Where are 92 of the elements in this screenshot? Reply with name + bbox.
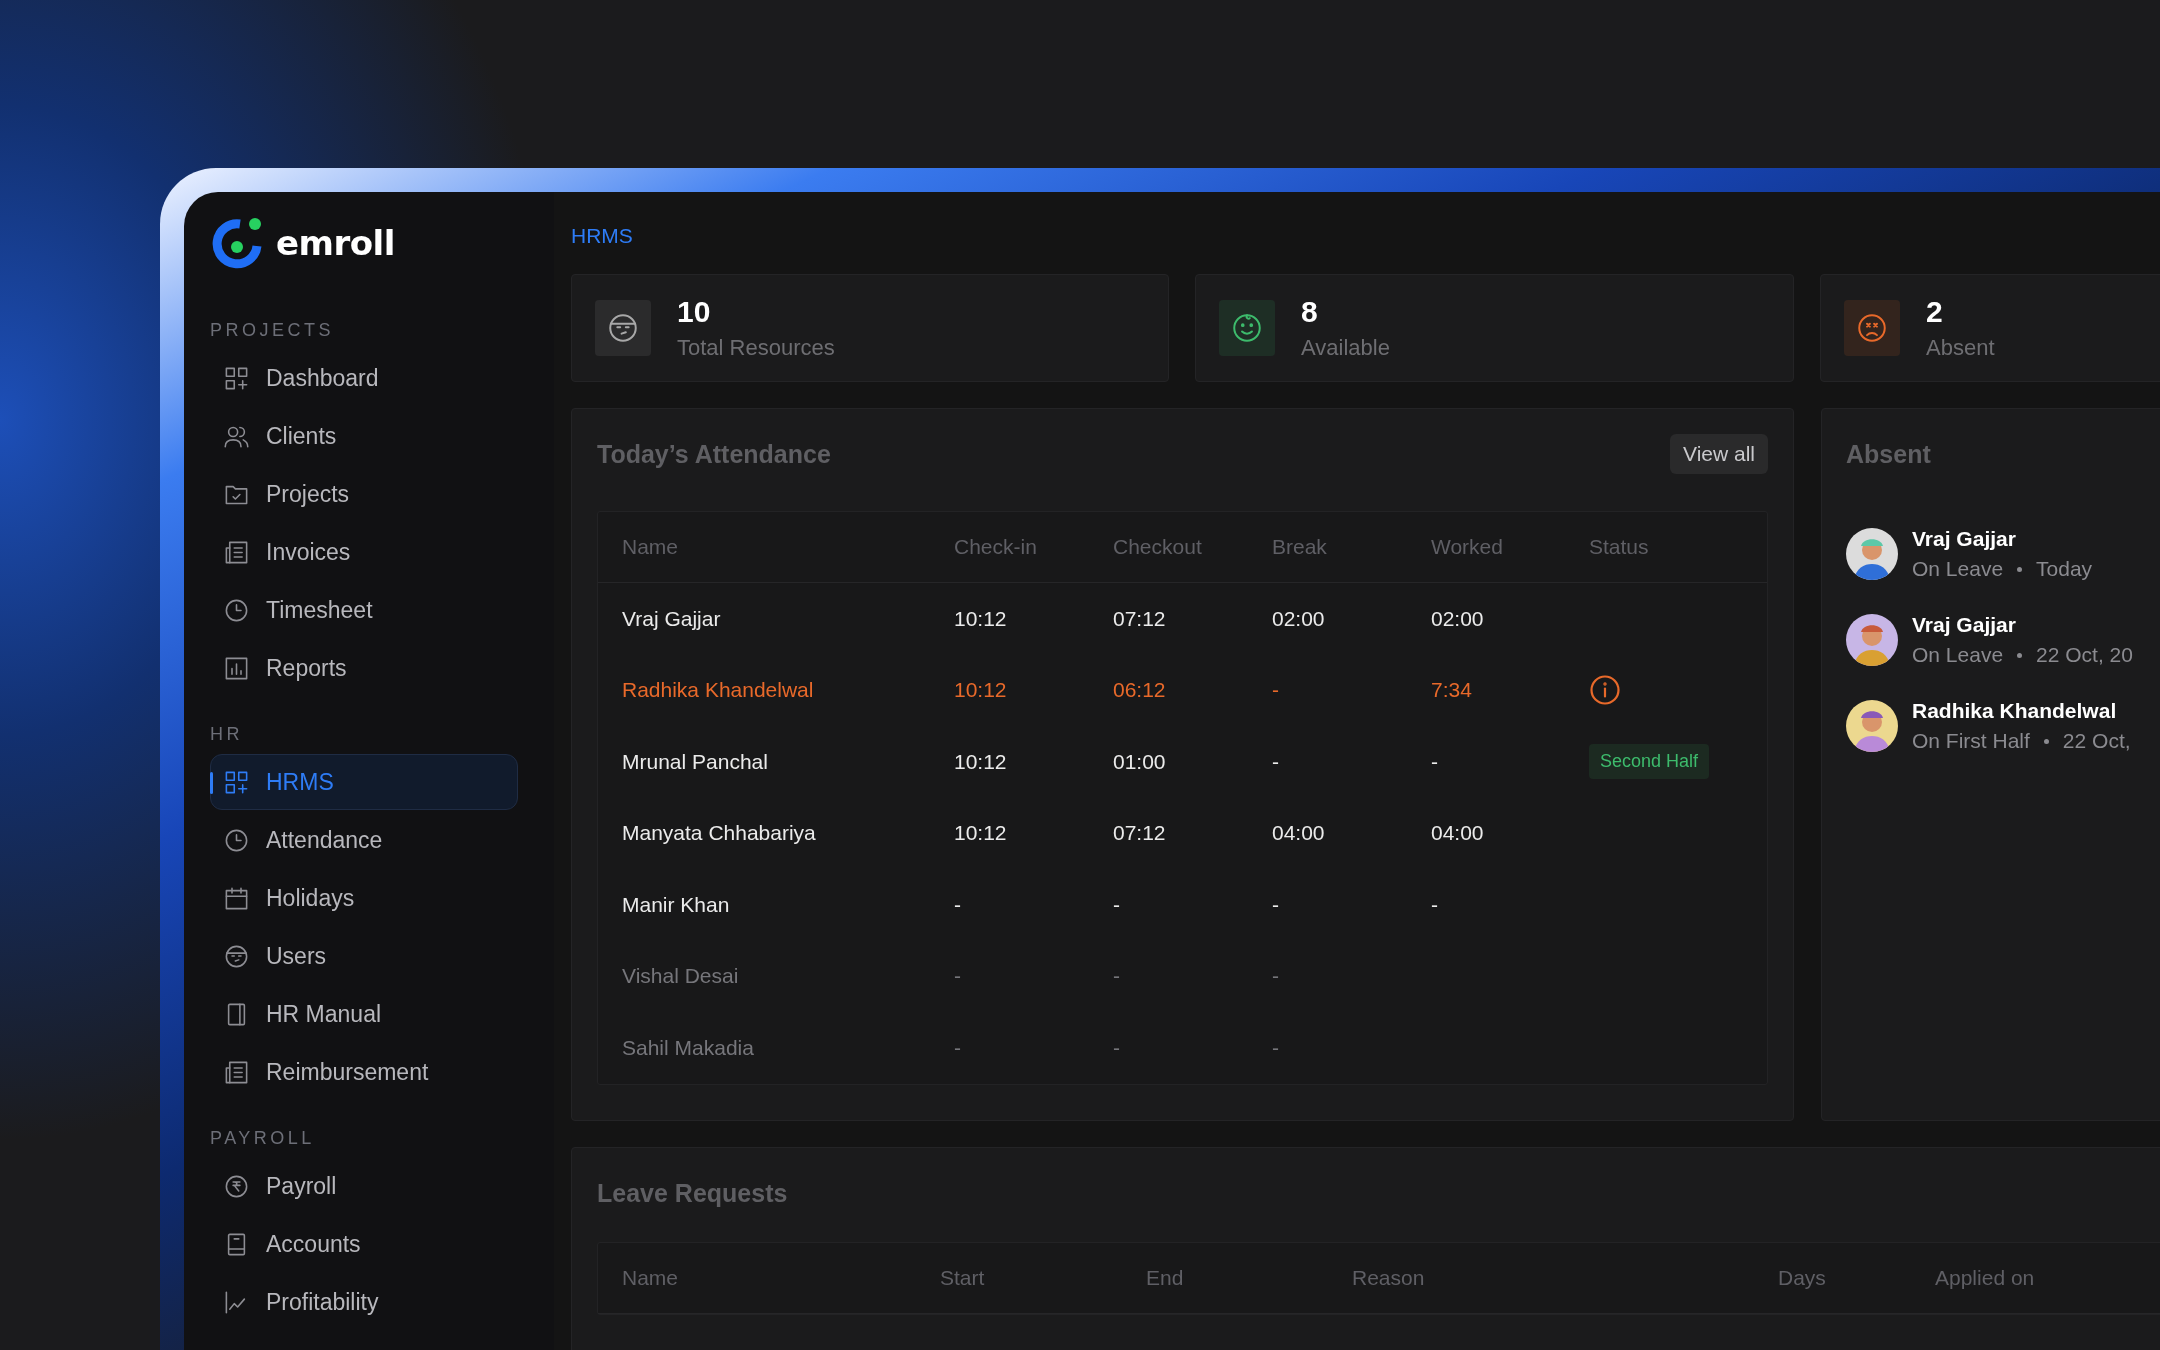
- sidebar-item[interactable]: Dashboard: [210, 350, 518, 406]
- column-header: Break: [1272, 535, 1327, 559]
- table-cell: 7:34: [1431, 678, 1472, 703]
- stat-value: 8: [1301, 295, 1319, 329]
- leave-status: On Leave: [1912, 643, 2004, 667]
- section-title: HR: [210, 723, 244, 746]
- sidebar-item[interactable]: Payroll: [210, 1158, 518, 1214]
- table-cell: 07:12: [1113, 821, 1166, 846]
- status-badge: Second Half: [1589, 744, 1710, 780]
- table-cell: Manir Khan: [622, 892, 730, 917]
- logo-text: emroll: [276, 223, 395, 263]
- table-cell: -: [1113, 1035, 1120, 1060]
- card-title: Today’s Attendance: [597, 439, 831, 469]
- sad-face-icon: [1855, 311, 1889, 345]
- stat-label: Absent: [1926, 335, 1995, 361]
- sidebar-item[interactable]: Attendance: [210, 812, 518, 868]
- column-header: Name: [622, 535, 679, 559]
- smiley-face-icon: [1230, 311, 1264, 345]
- stat-label: Total Resources: [677, 335, 835, 361]
- table-cell: -: [1431, 749, 1438, 774]
- card-title: Leave Requests: [597, 1178, 788, 1208]
- card-title: Absent: [1846, 439, 1931, 469]
- table-cell: 06:12: [1113, 678, 1166, 703]
- table-cell: 02:00: [1272, 606, 1325, 631]
- table-cell: -: [1272, 1035, 1279, 1060]
- table-cell: Radhika Khandelwal: [622, 678, 814, 703]
- separator-dot: [2043, 738, 2049, 744]
- table-cell: 04:00: [1272, 821, 1325, 846]
- logo-icon: [210, 216, 264, 270]
- section-title: PROJECTS: [210, 319, 335, 342]
- table-cell: Sahil Makadia: [622, 1035, 754, 1060]
- table-cell: 07:12: [1113, 606, 1166, 631]
- table-cell: 10:12: [954, 821, 1007, 846]
- leave-date: 22 Oct,: [2062, 729, 2131, 753]
- table-cell: -: [1272, 892, 1279, 917]
- stat-value: 10: [677, 295, 712, 329]
- separator-dot: [2017, 566, 2023, 572]
- column-header: Applied on: [1935, 1266, 2035, 1290]
- table-cell: Vraj Gajjar: [622, 606, 721, 631]
- sidebar-item[interactable]: HRMS: [210, 754, 518, 810]
- section-title: PAYROLL: [210, 1127, 316, 1150]
- column-header: Reason: [1352, 1266, 1425, 1290]
- separator-dot: [2017, 652, 2023, 658]
- sidebar-item[interactable]: Users: [210, 928, 518, 984]
- sidebar-item[interactable]: Reports: [210, 640, 518, 696]
- table-cell: Mrunal Panchal: [622, 749, 768, 774]
- column-header: Status: [1589, 535, 1649, 559]
- leave-status: On First Half: [1912, 729, 2030, 753]
- person-name: Vraj Gajjar: [1912, 613, 2017, 637]
- column-header: End: [1146, 1266, 1184, 1290]
- column-header: Days: [1778, 1266, 1826, 1290]
- breadcrumb-link[interactable]: HRMS: [571, 222, 633, 250]
- table-cell: -: [954, 892, 961, 917]
- table-cell: -: [1272, 749, 1279, 774]
- stat-label: Available: [1301, 335, 1390, 361]
- table-cell: Vishal Desai: [622, 964, 739, 989]
- person-name: Radhika Khandelwal: [1912, 699, 2118, 723]
- sidebar-item[interactable]: Accounts: [210, 1216, 518, 1272]
- table-cell: -: [1272, 678, 1279, 703]
- table-cell: -: [954, 964, 961, 989]
- stat-value: 2: [1926, 295, 1944, 329]
- sidebar-item[interactable]: Holidays: [210, 870, 518, 926]
- leave-date: 22 Oct, 20: [2036, 643, 2133, 667]
- table-cell: 02:00: [1431, 606, 1484, 631]
- table-cell: -: [1431, 892, 1438, 917]
- sidebar-item[interactable]: Projects: [210, 466, 518, 522]
- leave-status: On Leave: [1912, 557, 2004, 581]
- table-cell: 10:12: [954, 678, 1007, 703]
- sidebar-item[interactable]: HR Manual: [210, 986, 518, 1042]
- table-cell: 10:12: [954, 606, 1007, 631]
- view-all-button[interactable]: View all: [1670, 434, 1768, 474]
- sidebar-item[interactable]: Profitability: [210, 1274, 518, 1330]
- leave-date: Today: [2036, 557, 2093, 581]
- person-name: Vraj Gajjar: [1912, 527, 2017, 551]
- face-icon: [606, 311, 640, 345]
- table-cell: -: [1113, 964, 1120, 989]
- sidebar-item[interactable]: Clients: [210, 408, 518, 464]
- table-cell: 04:00: [1431, 821, 1484, 846]
- sidebar-item[interactable]: Timesheet: [210, 582, 518, 638]
- column-header: Start: [940, 1266, 985, 1290]
- column-header: Checkout: [1113, 535, 1202, 559]
- table-cell: Manyata Chhabariya: [622, 821, 816, 846]
- table-cell: 01:00: [1113, 749, 1166, 774]
- column-header: Name: [622, 1266, 679, 1290]
- table-cell: -: [954, 1035, 961, 1060]
- column-header: Worked: [1431, 535, 1503, 559]
- table-cell: -: [1272, 964, 1279, 989]
- table-cell: -: [1113, 892, 1120, 917]
- table-cell: 10:12: [954, 749, 1007, 774]
- sidebar-item[interactable]: Reimbursement: [210, 1044, 518, 1100]
- column-header: Check-in: [954, 535, 1037, 559]
- sidebar-item[interactable]: Invoices: [210, 524, 518, 580]
